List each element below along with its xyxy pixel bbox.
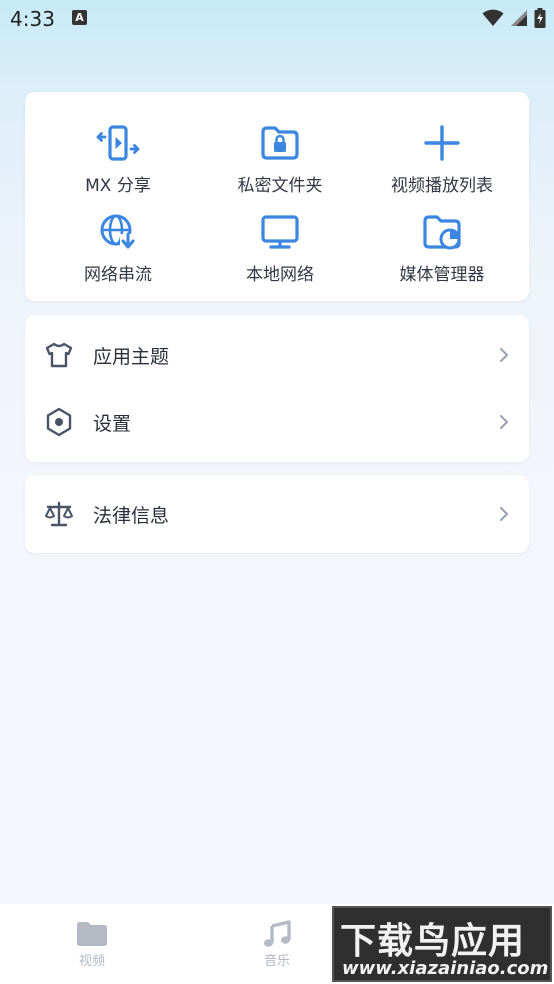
grid-label: MX 分享 bbox=[85, 176, 151, 196]
watermark-title: 下载鸟应用 bbox=[340, 921, 526, 962]
notification-badge: A bbox=[72, 10, 87, 25]
nav-label: 音乐 bbox=[263, 954, 290, 969]
chevron-right-icon bbox=[497, 506, 511, 522]
share-icon bbox=[96, 121, 140, 165]
row-label: 法律信息 bbox=[93, 504, 170, 527]
hexagon-settings-icon bbox=[42, 405, 76, 439]
plus-icon bbox=[420, 121, 464, 165]
grid-label: 私密文件夹 bbox=[237, 176, 323, 196]
settings-card: 应用主题 设置 bbox=[25, 315, 529, 462]
legal-card: 法律信息 bbox=[25, 475, 529, 553]
chevron-right-icon bbox=[497, 347, 511, 363]
nav-tab-video[interactable]: 视频 bbox=[37, 920, 147, 969]
watermark-url: www.xiazainiao.com bbox=[342, 958, 549, 979]
private-folder-icon bbox=[258, 121, 302, 165]
nav-label: 视频 bbox=[78, 954, 105, 969]
network-stream-icon bbox=[96, 210, 140, 254]
grid-label: 视频播放列表 bbox=[391, 176, 493, 196]
private-folder-button[interactable]: 私密文件夹 bbox=[196, 119, 364, 205]
chevron-right-icon bbox=[497, 414, 511, 430]
settings-row[interactable]: 设置 bbox=[25, 389, 529, 455]
legal-info-row[interactable]: 法律信息 bbox=[25, 481, 529, 547]
row-label: 设置 bbox=[93, 412, 132, 435]
nav-tab-music[interactable]: 音乐 bbox=[222, 920, 332, 969]
feature-grid-card: MX 分享 私密文件夹 视频播放列表 网络串流 本地网络 媒体管理器 bbox=[25, 92, 529, 301]
folder-icon bbox=[77, 922, 107, 946]
status-bar: 4:33 A bbox=[0, 0, 554, 40]
music-note-icon bbox=[264, 920, 291, 947]
network-stream-button[interactable]: 网络串流 bbox=[34, 208, 202, 294]
scale-icon bbox=[42, 497, 76, 531]
watermark: 下载鸟应用 www.xiazainiao.com bbox=[332, 906, 552, 982]
shirt-icon bbox=[42, 338, 76, 372]
status-time: 4:33 bbox=[10, 7, 55, 31]
battery-charging-icon bbox=[534, 8, 546, 28]
cell-signal-icon bbox=[511, 10, 527, 26]
mx-share-button[interactable]: MX 分享 bbox=[34, 119, 202, 205]
media-manager-icon bbox=[420, 210, 464, 254]
row-label: 应用主题 bbox=[93, 345, 170, 368]
app-theme-row[interactable]: 应用主题 bbox=[25, 322, 529, 388]
media-manager-button[interactable]: 媒体管理器 bbox=[358, 208, 526, 294]
wifi-icon bbox=[482, 9, 504, 26]
grid-label: 网络串流 bbox=[84, 265, 152, 285]
grid-label: 本地网络 bbox=[246, 265, 314, 285]
video-playlist-button[interactable]: 视频播放列表 bbox=[358, 119, 526, 205]
monitor-icon bbox=[258, 210, 302, 254]
grid-label: 媒体管理器 bbox=[399, 265, 485, 285]
status-icons bbox=[482, 6, 546, 30]
local-network-button[interactable]: 本地网络 bbox=[196, 208, 364, 294]
